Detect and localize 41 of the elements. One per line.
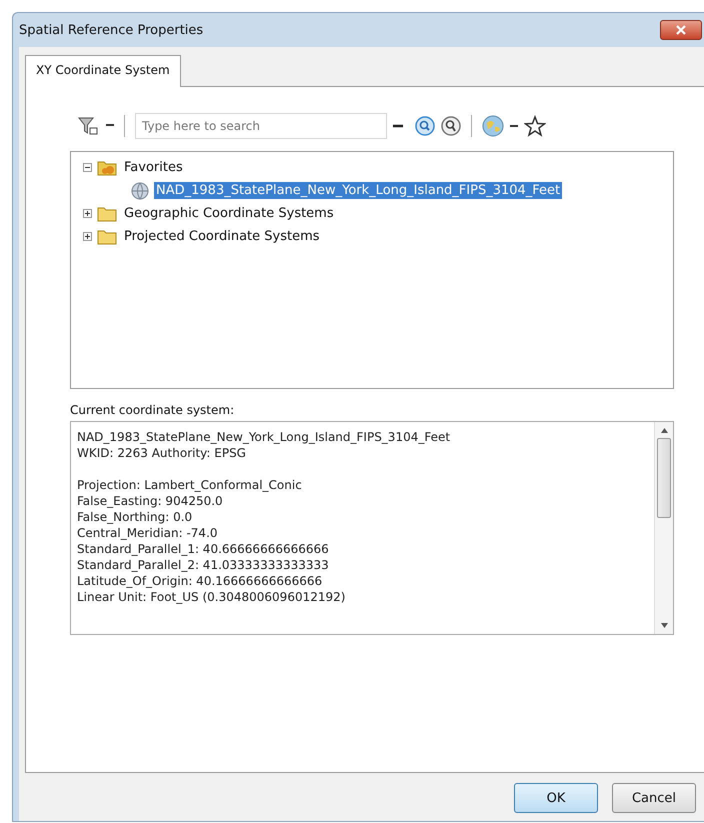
close-button[interactable] <box>660 20 702 40</box>
globe-icon <box>131 182 149 200</box>
close-icon <box>675 25 687 35</box>
dropdown-icon[interactable] <box>393 123 403 129</box>
window-title: Spatial Reference Properties <box>19 22 204 38</box>
globe-icon[interactable] <box>482 115 504 137</box>
detail-line: Projection: Lambert_Conformal_Conic <box>77 477 303 493</box>
tree-item[interactable]: NAD_1983_StatePlane_New_York_Long_Island_FIPS_3104_Feet <box>154 182 562 199</box>
detail-line: Central_Meridian: -74.0 <box>77 525 219 541</box>
tree-item[interactable]: Favorites <box>122 159 185 176</box>
dropdown-icon[interactable] <box>510 123 518 129</box>
folder-icon <box>97 159 117 176</box>
detail-line: Standard_Parallel_1: 40.66666666666666 <box>77 541 330 557</box>
detail-line: Linear Unit: Foot_US (0.3048006096012192) <box>77 589 346 605</box>
detail-line: Latitude_Of_Origin: 40.16666666666666 <box>77 573 324 589</box>
scrollbar[interactable] <box>654 422 673 634</box>
expander-icon[interactable] <box>83 209 92 218</box>
scroll-thumb[interactable] <box>657 438 671 518</box>
expander-icon[interactable] <box>83 163 92 172</box>
star-icon[interactable] <box>524 115 546 137</box>
folder-icon <box>97 228 117 245</box>
scroll-up-icon[interactable] <box>660 428 668 433</box>
dialog-button[interactable]: OK <box>514 783 598 813</box>
scroll-down-icon[interactable] <box>660 623 668 628</box>
filter-icon[interactable] <box>78 116 100 136</box>
dialog-button[interactable]: Cancel <box>612 783 696 813</box>
detail-line: False_Northing: 0.0 <box>77 509 194 525</box>
search-field[interactable]: Type here to search <box>135 113 387 139</box>
tab[interactable]: XY Coordinate System <box>25 55 181 87</box>
section-label: Current coordinate system: <box>70 403 236 417</box>
folder-icon <box>97 205 117 222</box>
detail-line: False_Easting: 904250.0 <box>77 493 224 509</box>
tree-item[interactable]: Geographic Coordinate Systems <box>122 205 336 222</box>
search-icon[interactable] <box>441 116 461 136</box>
detail-line: WKID: 2263 Authority: EPSG <box>77 445 247 461</box>
expander-icon[interactable] <box>83 232 92 241</box>
tree-item[interactable]: Projected Coordinate Systems <box>122 228 322 245</box>
detail-line: Standard_Parallel_2: 41.03333333333333 <box>77 557 330 573</box>
search-icon[interactable] <box>415 116 435 136</box>
detail-line: NAD_1983_StatePlane_New_York_Long_Island_FIPS_3104_Feet <box>77 429 452 445</box>
dropdown-icon[interactable] <box>106 123 114 129</box>
